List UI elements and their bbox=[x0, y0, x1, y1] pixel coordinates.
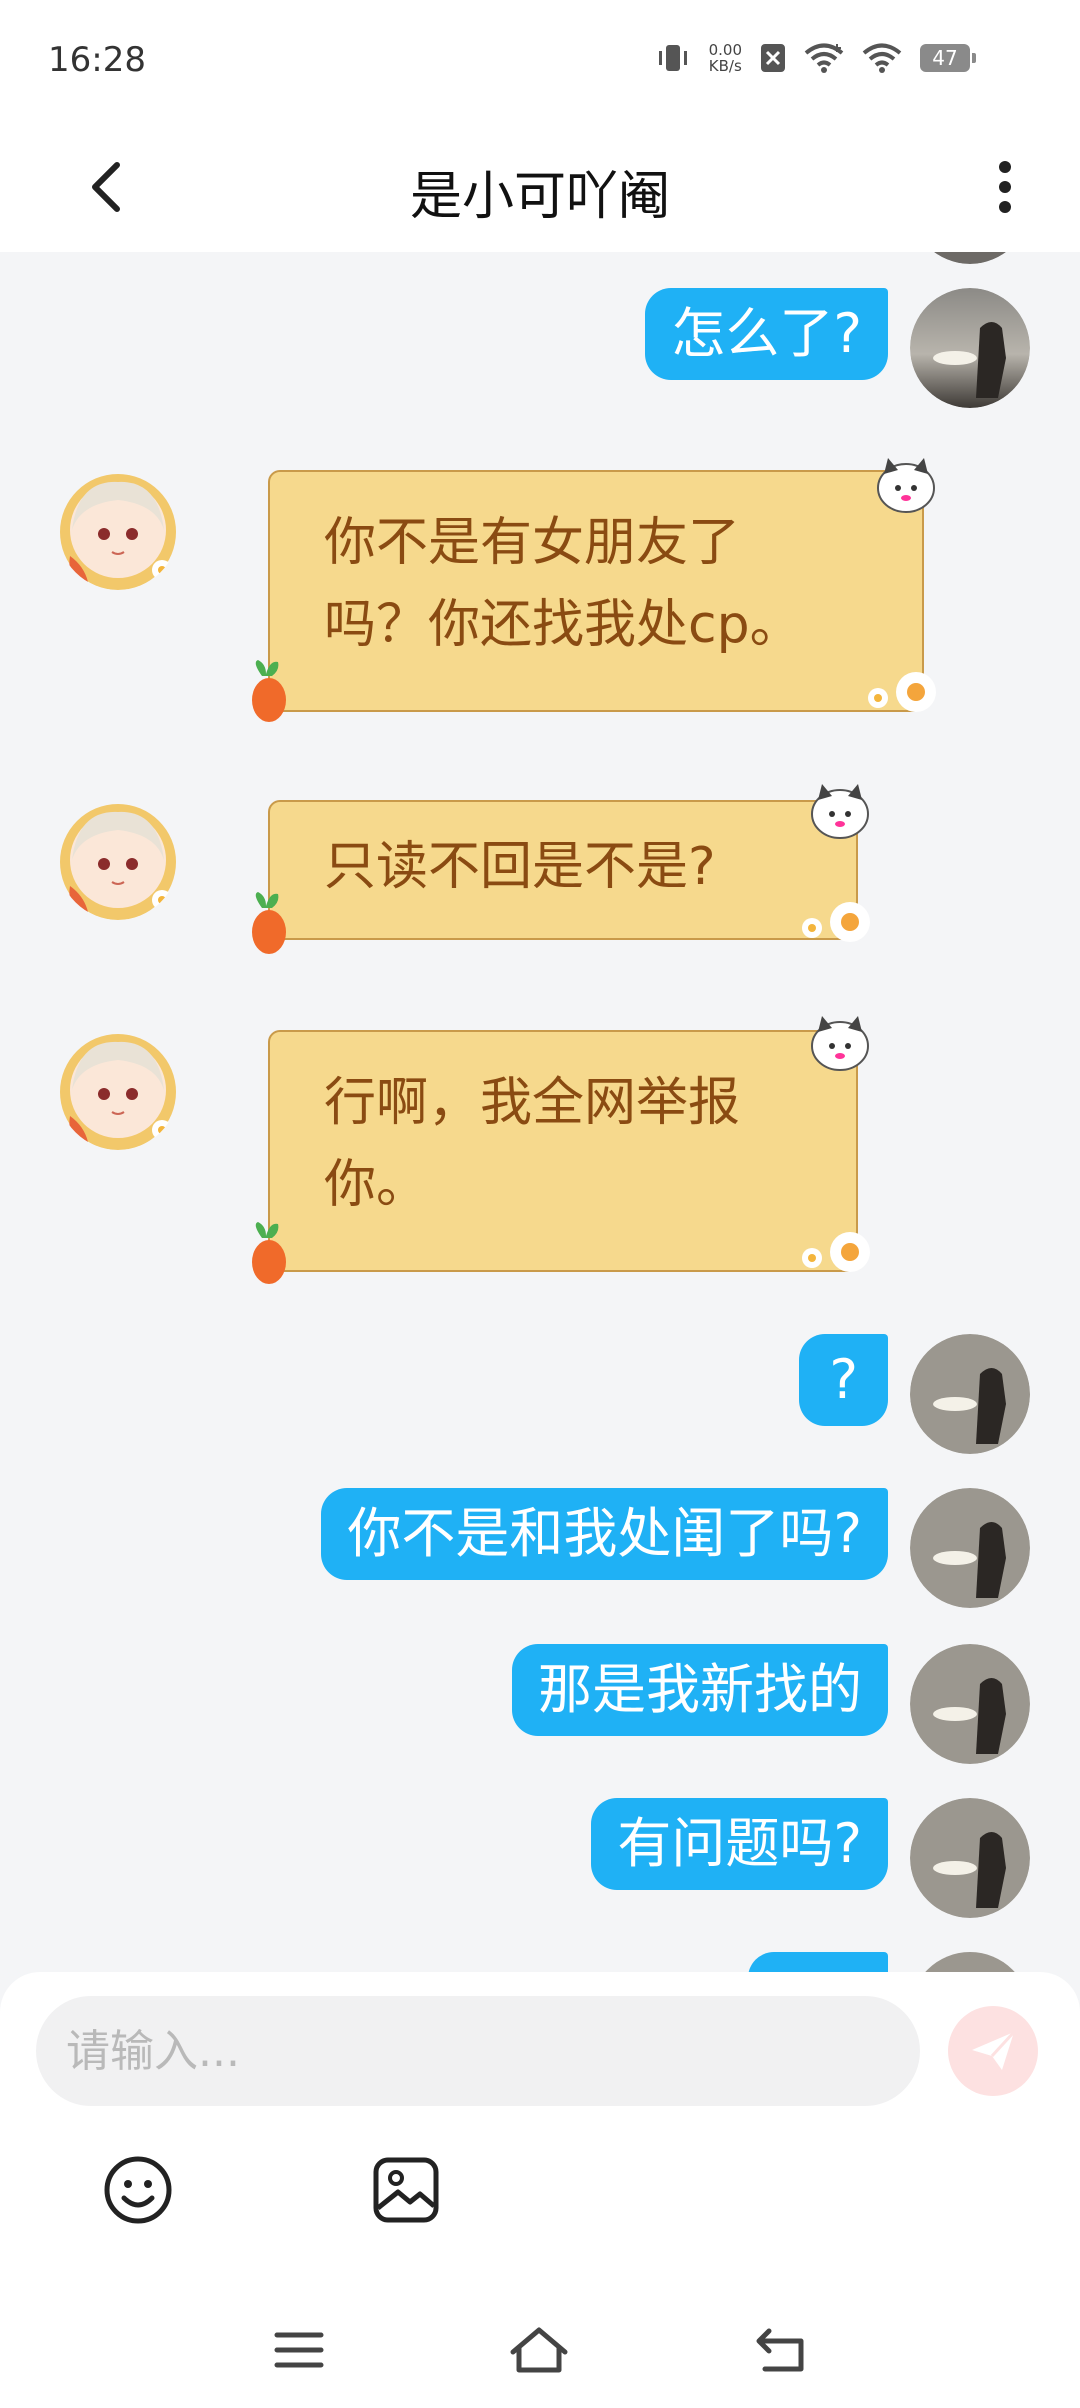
wifi-plus-icon bbox=[804, 42, 844, 74]
net-speed-unit: KB/s bbox=[708, 57, 742, 75]
chat-header: 是小可吖阉 bbox=[0, 124, 1080, 252]
cat-sticker-icon bbox=[811, 784, 869, 839]
message-row: 有问题吗? bbox=[0, 1798, 1080, 1928]
egg-decoration-icon bbox=[868, 672, 936, 712]
status-bar: 16:28 0.00 KB/s 47 bbox=[0, 0, 1080, 124]
nav-menu-button[interactable] bbox=[264, 2320, 334, 2380]
message-bubble-me[interactable]: 那是我新找的 bbox=[512, 1644, 888, 1736]
nav-back-button[interactable] bbox=[746, 2320, 816, 2380]
message-row: 你不是有女朋友了 吗？你还找我处cp。 bbox=[0, 458, 1080, 730]
wifi-icon bbox=[862, 42, 902, 74]
message-bubble-contact[interactable]: 你不是有女朋友了 吗？你还找我处cp。 bbox=[268, 470, 924, 712]
send-icon bbox=[972, 2030, 1016, 2070]
egg-decoration-icon bbox=[802, 902, 870, 942]
page-title: 是小可吖阉 bbox=[409, 167, 670, 227]
message-row: 怎么了? bbox=[0, 288, 1080, 418]
emoji-button[interactable] bbox=[96, 2148, 180, 2232]
message-input[interactable] bbox=[36, 1996, 920, 2106]
smiley-icon bbox=[104, 2156, 172, 2224]
my-avatar[interactable] bbox=[910, 1334, 1030, 1454]
my-avatar[interactable] bbox=[910, 1644, 1030, 1764]
message-list[interactable]: 怎么了? 你不是有女朋友了 吗？你还找我处cp。 只读不回是不是? 行啊，我全网… bbox=[0, 252, 1080, 1972]
my-avatar[interactable] bbox=[910, 288, 1030, 408]
cat-sticker-icon bbox=[877, 458, 935, 513]
my-avatar[interactable] bbox=[910, 1952, 1030, 1972]
message-bubble-contact[interactable]: 行啊，我全网举报 你。 bbox=[268, 1030, 858, 1272]
carrot-icon bbox=[252, 1222, 286, 1284]
carrot-icon bbox=[252, 660, 286, 722]
my-avatar[interactable] bbox=[910, 1488, 1030, 1608]
nav-home-button[interactable] bbox=[504, 2320, 574, 2380]
status-time: 16:28 bbox=[48, 40, 146, 80]
contact-avatar[interactable] bbox=[58, 470, 178, 590]
egg-decoration-icon bbox=[802, 1232, 870, 1272]
more-options-button[interactable] bbox=[970, 152, 1040, 222]
message-line: 行啊，我全网举报 bbox=[324, 1073, 741, 1133]
message-row: ? bbox=[0, 1334, 1080, 1464]
contact-avatar[interactable] bbox=[58, 1030, 178, 1150]
message-bubble-me[interactable]: ? bbox=[799, 1334, 888, 1426]
no-sim-icon bbox=[760, 43, 786, 73]
net-speed: 0.00 KB/s bbox=[709, 42, 742, 74]
my-avatar bbox=[910, 252, 1030, 264]
message-line: 只读不回是不是? bbox=[324, 837, 716, 897]
send-button[interactable] bbox=[948, 2006, 1038, 2096]
message-row: 只读不回是不是? bbox=[0, 784, 1080, 954]
home-icon bbox=[510, 2327, 568, 2373]
system-nav-bar bbox=[0, 2300, 1080, 2408]
image-button[interactable] bbox=[364, 2148, 448, 2232]
message-row bbox=[0, 1952, 1080, 1972]
message-row: 那是我新找的 bbox=[0, 1644, 1080, 1774]
vibrate-icon bbox=[655, 43, 691, 73]
my-avatar[interactable] bbox=[910, 1798, 1030, 1918]
more-vertical-icon bbox=[999, 161, 1011, 213]
carrot-icon bbox=[252, 892, 286, 954]
message-bubble-me[interactable] bbox=[748, 1952, 888, 1972]
battery-indicator: 47 bbox=[920, 44, 976, 72]
message-bubble-me[interactable]: 有问题吗? bbox=[591, 1798, 888, 1890]
message-line: 吗？你还找我处cp。 bbox=[324, 595, 802, 655]
message-bubble-me[interactable]: 你不是和我处闺了吗? bbox=[321, 1488, 888, 1580]
contact-avatar[interactable] bbox=[58, 800, 178, 920]
message-line: 你不是有女朋友了 bbox=[324, 513, 741, 573]
back-arrow-icon bbox=[756, 2328, 804, 2372]
image-icon bbox=[373, 2157, 439, 2223]
message-bubble-contact[interactable]: 只读不回是不是? bbox=[268, 800, 858, 940]
message-row: 你不是和我处闺了吗? bbox=[0, 1488, 1080, 1618]
chat-screen: 16:28 0.00 KB/s 47 是小可吖阉 怎么了? 你不是有女朋友了 吗… bbox=[0, 0, 1080, 2408]
message-line: 你。 bbox=[324, 1155, 429, 1215]
menu-icon bbox=[274, 2332, 324, 2368]
status-icons: 0.00 KB/s 47 bbox=[655, 42, 976, 74]
message-bubble-me[interactable]: 怎么了? bbox=[645, 288, 888, 380]
cat-sticker-icon bbox=[811, 1016, 869, 1071]
message-row: 行啊，我全网举报 你。 bbox=[0, 1016, 1080, 1290]
